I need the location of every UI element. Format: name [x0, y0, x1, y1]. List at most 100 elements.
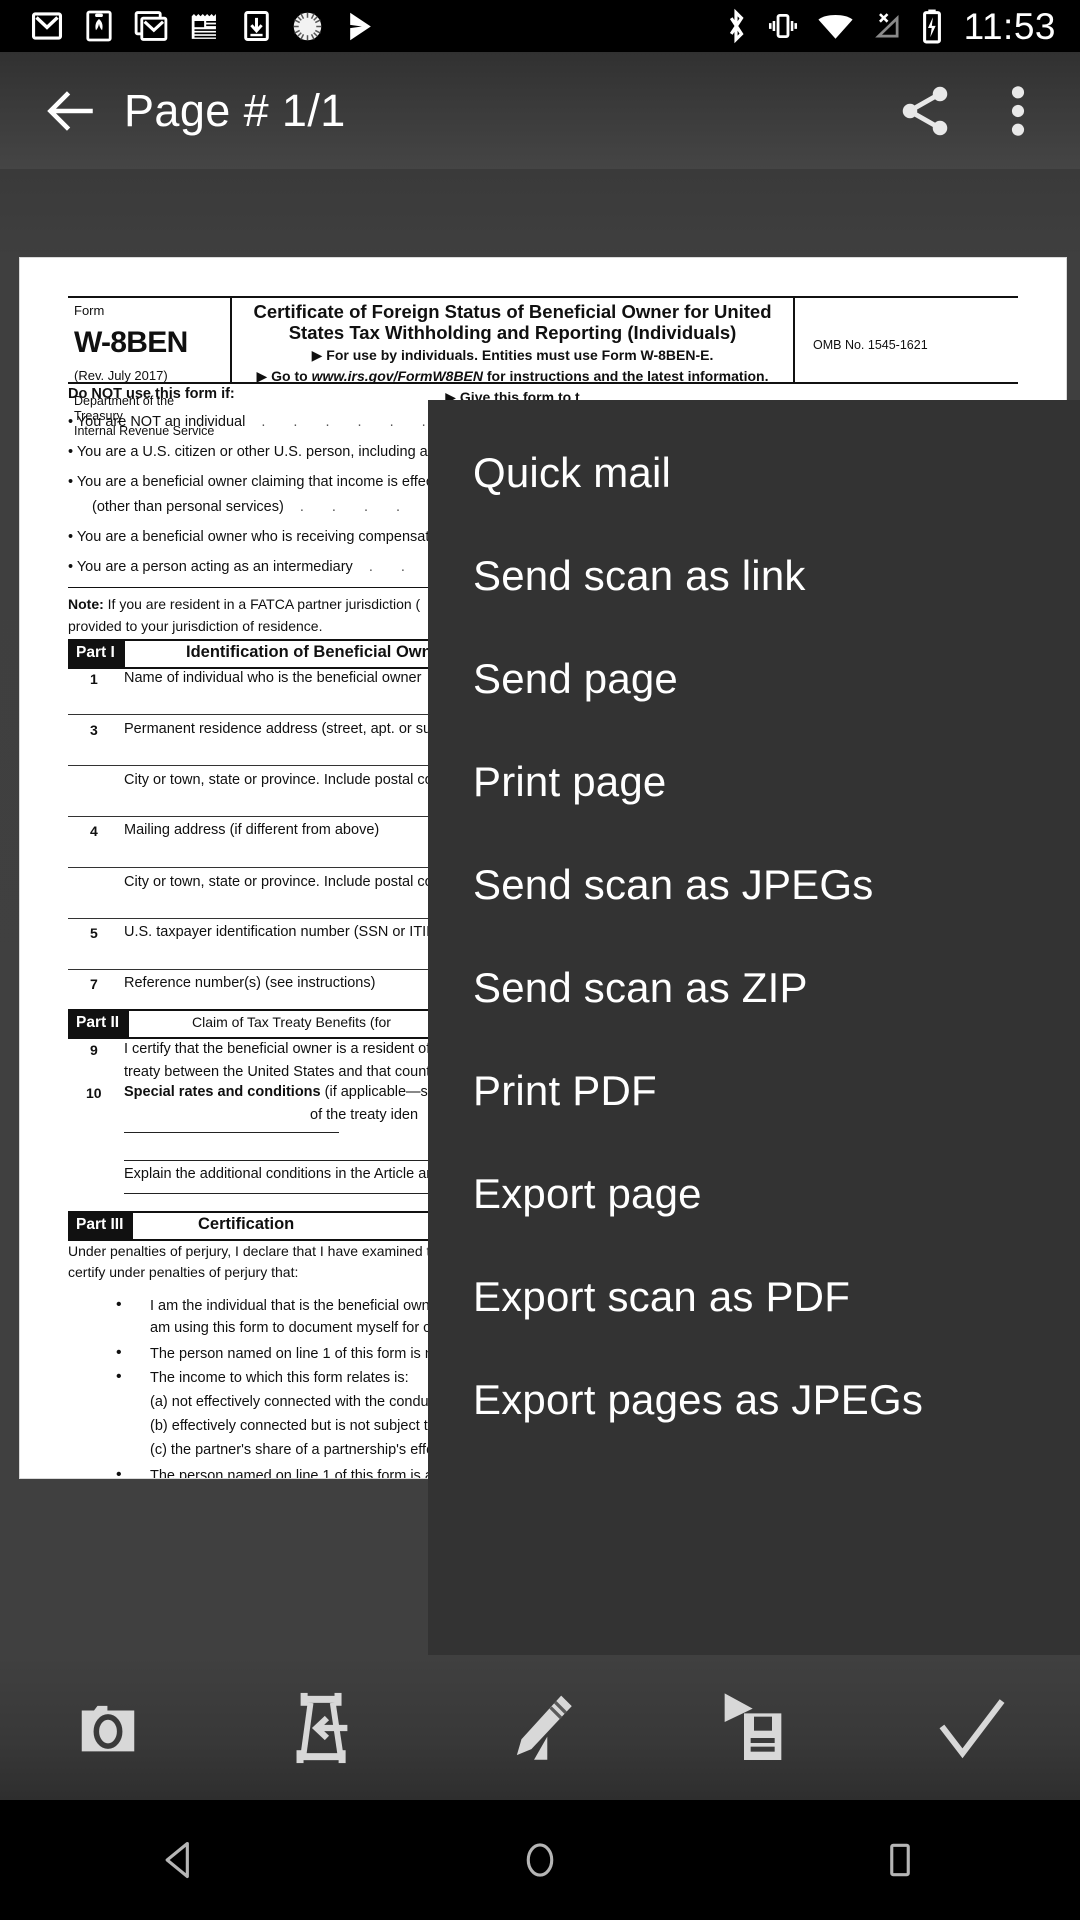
app-bar-actions — [890, 76, 1080, 146]
back-arrow-icon — [47, 90, 93, 131]
status-bar-clock: 11:53 — [963, 5, 1056, 47]
field-num-10: 10 — [86, 1085, 102, 1101]
menu-item-send-scan-as-zip[interactable]: Send scan as ZIP — [428, 937, 1080, 1039]
field-label-4-city: City or town, state or province. Include… — [124, 874, 441, 890]
save-button[interactable] — [648, 1655, 864, 1800]
field-label-10: Special rates and conditions (if applica… — [124, 1084, 444, 1100]
part-2-title: Claim of Tax Treaty Benefits (for — [192, 1014, 391, 1030]
overflow-popup-menu: Quick mail Send scan as link Send page P… — [428, 400, 1080, 1658]
menu-item-send-scan-as-link[interactable]: Send scan as link — [428, 525, 1080, 627]
form-sub-2-pre: ▶ Go to — [256, 368, 312, 385]
nav-home-button[interactable] — [360, 1800, 720, 1920]
do-not-item-1: • You are NOT an individual . . . . . . … — [68, 414, 470, 430]
sun-loading-icon — [293, 12, 322, 40]
do-not-use-heading: Do NOT use this form if: — [68, 386, 235, 402]
field-num-4: 4 — [90, 823, 98, 839]
field-label-3-city: City or town, state or province. Include… — [124, 772, 441, 788]
nav-recents-button[interactable] — [720, 1800, 1080, 1920]
fatca-note-line-1: Note: If you are resident in a FATCA par… — [68, 596, 421, 612]
news-icon — [191, 13, 217, 39]
part-3-label: Part III — [68, 1213, 134, 1239]
check-icon — [939, 1698, 1005, 1758]
fatca-note-line-2: provided to your jurisdiction of residen… — [68, 618, 323, 634]
certification-intro-2: certify under penalties of perjury that: — [68, 1264, 299, 1280]
edit-button[interactable] — [432, 1655, 648, 1800]
battery-charging-icon — [922, 9, 941, 43]
form-header: Form W-8BEN (Rev. July 2017) Department … — [68, 296, 1018, 438]
cert-bullet-dot-4: • — [116, 1466, 122, 1478]
form-header-left: Form W-8BEN (Rev. July 2017) Department … — [68, 298, 232, 438]
back-button[interactable] — [40, 80, 102, 142]
cert-bullet-3: The income to which this form relates is… — [150, 1370, 409, 1386]
field-label-7: Reference number(s) (see instructions) — [124, 975, 376, 991]
field-label-9: I certify that the beneficial owner is a… — [124, 1041, 431, 1057]
field-label-5: U.S. taxpayer identification number (SSN… — [124, 924, 442, 940]
form-sub-1: ▶ For use by individuals. Entities must … — [311, 347, 714, 364]
menu-item-send-scan-as-jpegs[interactable]: Send scan as JPEGs — [428, 834, 1080, 936]
home-circle-icon — [526, 1843, 554, 1877]
menu-item-send-page[interactable]: Send page — [428, 628, 1080, 730]
form-revision: (Rev. July 2017) — [74, 368, 168, 383]
gmail-secondary-icon — [134, 11, 168, 41]
do-not-item-3: • You are a beneficial owner claiming th… — [68, 474, 434, 490]
field-num-7: 7 — [90, 976, 98, 992]
form-header-right: OMB No. 1545-1621 — [795, 298, 1018, 382]
wifi-icon — [818, 15, 853, 39]
field-label-3: Permanent residence address (street, apt… — [124, 721, 447, 737]
menu-item-export-pages-as-jpegs[interactable]: Export pages as JPEGs — [428, 1349, 1080, 1451]
field-num-3: 3 — [90, 722, 98, 738]
part-1-title: Identification of Beneficial Owne — [186, 643, 441, 661]
crop-icon — [296, 1692, 348, 1763]
bottom-toolbar — [0, 1655, 1080, 1800]
save-icon — [724, 1692, 782, 1760]
cert-bullet-dot-3: • — [116, 1368, 122, 1385]
nav-back-button[interactable] — [0, 1800, 360, 1920]
status-bar: 11:53 — [0, 0, 1080, 52]
form-sub-2-url: www.irs.gov/FormW8BEN — [311, 368, 483, 385]
vibrate-icon — [768, 13, 797, 39]
cert-bullet-dot-1: • — [116, 1296, 122, 1313]
field-num-1: 1 — [90, 671, 98, 687]
status-bar-system-icons: 11:53 — [723, 7, 1080, 45]
form-sub-2: ▶ Go to www.irs.gov/FormW8BEN for instru… — [232, 368, 793, 385]
do-not-item-4: • You are a beneficial owner who is rece… — [68, 529, 433, 545]
gmail-icon — [31, 12, 63, 40]
camera-button[interactable] — [0, 1655, 216, 1800]
back-triangle-icon — [165, 1841, 189, 1879]
cert-bullet-dot-2: • — [116, 1344, 122, 1361]
play-store-icon — [350, 12, 371, 40]
field-label-explain: Explain the additional conditions in the… — [124, 1166, 435, 1182]
crop-button[interactable] — [216, 1655, 432, 1800]
status-bar-notification-icons — [0, 9, 376, 43]
omb-number: OMB No. 1545-1621 — [813, 338, 928, 352]
do-not-item-3b: (other than personal services) . . . . .… — [92, 499, 477, 515]
part-1-label: Part I — [68, 641, 125, 667]
more-options-button[interactable] — [988, 76, 1048, 146]
download-icon — [244, 11, 269, 41]
do-not-item-5: • You are a person acting as an intermed… — [68, 559, 449, 575]
share-icon — [902, 86, 948, 135]
menu-item-export-page[interactable]: Export page — [428, 1143, 1080, 1245]
app-bar: Page # 1/1 — [0, 52, 1080, 169]
menu-item-quick-mail[interactable]: Quick mail — [428, 422, 1080, 524]
do-not-item-2: • You are a U.S. citizen or other U.S. p… — [68, 444, 428, 460]
menu-item-print-page[interactable]: Print page — [428, 731, 1080, 833]
form-header-center: Certificate of Foreign Status of Benefic… — [232, 298, 795, 405]
form-title-line-2: States Tax Withholding and Reporting (In… — [288, 321, 737, 343]
menu-item-export-scan-as-pdf[interactable]: Export scan as PDF — [428, 1246, 1080, 1348]
no-sim-signal-icon — [874, 12, 899, 37]
field-label-10b: of the treaty iden — [310, 1107, 419, 1123]
bluetooth-icon — [729, 8, 744, 44]
form-title-line-1: Certificate of Foreign Status of Benefic… — [253, 301, 772, 322]
camera-icon — [81, 1705, 135, 1751]
field-label-1: Name of individual who is the beneficial… — [124, 670, 422, 686]
done-button[interactable] — [864, 1655, 1080, 1800]
field-label-9b: treaty between the United States and tha… — [124, 1064, 436, 1080]
share-button[interactable] — [890, 76, 960, 146]
field-num-9: 9 — [90, 1042, 98, 1058]
form-number: W-8BEN — [74, 326, 188, 359]
field-num-5: 5 — [90, 925, 98, 941]
certification-intro-1: Under penalties of perjury, I declare th… — [68, 1243, 473, 1259]
menu-item-print-pdf[interactable]: Print PDF — [428, 1040, 1080, 1142]
form-sub-2-post: for instructions and the latest informat… — [483, 368, 769, 385]
